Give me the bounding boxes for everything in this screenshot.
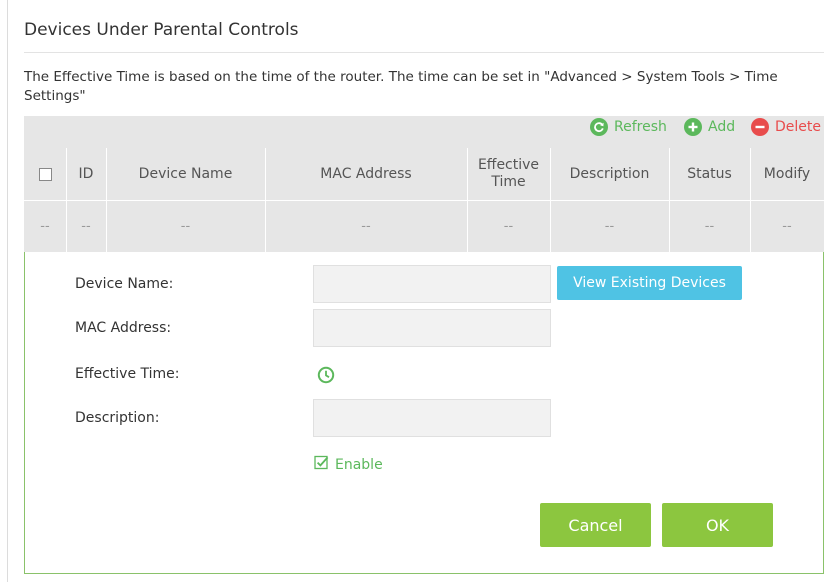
header-effective-time: Effective Time (477, 157, 540, 190)
enable-label: Enable (335, 456, 383, 473)
title-divider (24, 52, 824, 53)
select-all-checkbox[interactable] (24, 148, 66, 200)
enable-checkbox[interactable]: Enable (314, 455, 383, 474)
ok-button[interactable]: OK (662, 503, 773, 547)
delete-button[interactable]: Delete (751, 116, 821, 138)
cell-effective-time: -- (503, 219, 514, 234)
checkbox-icon (38, 167, 52, 181)
device-name-label: Device Name: (75, 276, 174, 292)
view-existing-devices-button[interactable]: View Existing Devices (557, 266, 742, 300)
cell-mac-address: -- (361, 219, 371, 234)
effective-time-label: Effective Time: (75, 366, 180, 382)
cell-select: -- (40, 219, 50, 234)
header-id: ID (78, 165, 94, 182)
delete-label: Delete (775, 119, 821, 135)
plus-circle-icon (684, 118, 702, 136)
refresh-button[interactable]: Refresh (590, 116, 667, 138)
header-modify: Modify (763, 165, 811, 182)
cell-device-name: -- (180, 219, 191, 234)
cell-description: -- (604, 219, 615, 234)
cell-id: -- (81, 219, 91, 234)
page-title: Devices Under Parental Controls (24, 20, 299, 40)
add-label: Add (708, 119, 736, 135)
clock-icon[interactable] (317, 366, 335, 388)
minus-circle-icon (751, 118, 769, 136)
time-note: The Effective Time is based on the time … (24, 69, 778, 104)
description-label: Description: (75, 410, 160, 426)
mac-address-input[interactable] (313, 309, 551, 347)
cell-modify: -- (782, 219, 792, 234)
devices-table: ID Device Name MAC Address Effective Tim… (24, 148, 824, 252)
add-button[interactable]: Add (684, 116, 735, 138)
header-mac-address: MAC Address (320, 165, 412, 182)
description-input[interactable] (313, 399, 551, 437)
cell-status: -- (704, 219, 715, 234)
refresh-label: Refresh (614, 119, 667, 135)
header-description: Description (569, 165, 650, 182)
checkbox-checked-icon (314, 455, 329, 474)
refresh-icon (590, 118, 608, 136)
mac-address-label: MAC Address: (75, 320, 172, 336)
table-toolbar: Refresh Add Delete (24, 116, 824, 148)
left-border (7, 0, 8, 582)
header-device-name: Device Name (138, 165, 233, 182)
header-status: Status (687, 165, 732, 182)
device-name-input[interactable] (313, 265, 551, 303)
cancel-button[interactable]: Cancel (540, 503, 651, 547)
